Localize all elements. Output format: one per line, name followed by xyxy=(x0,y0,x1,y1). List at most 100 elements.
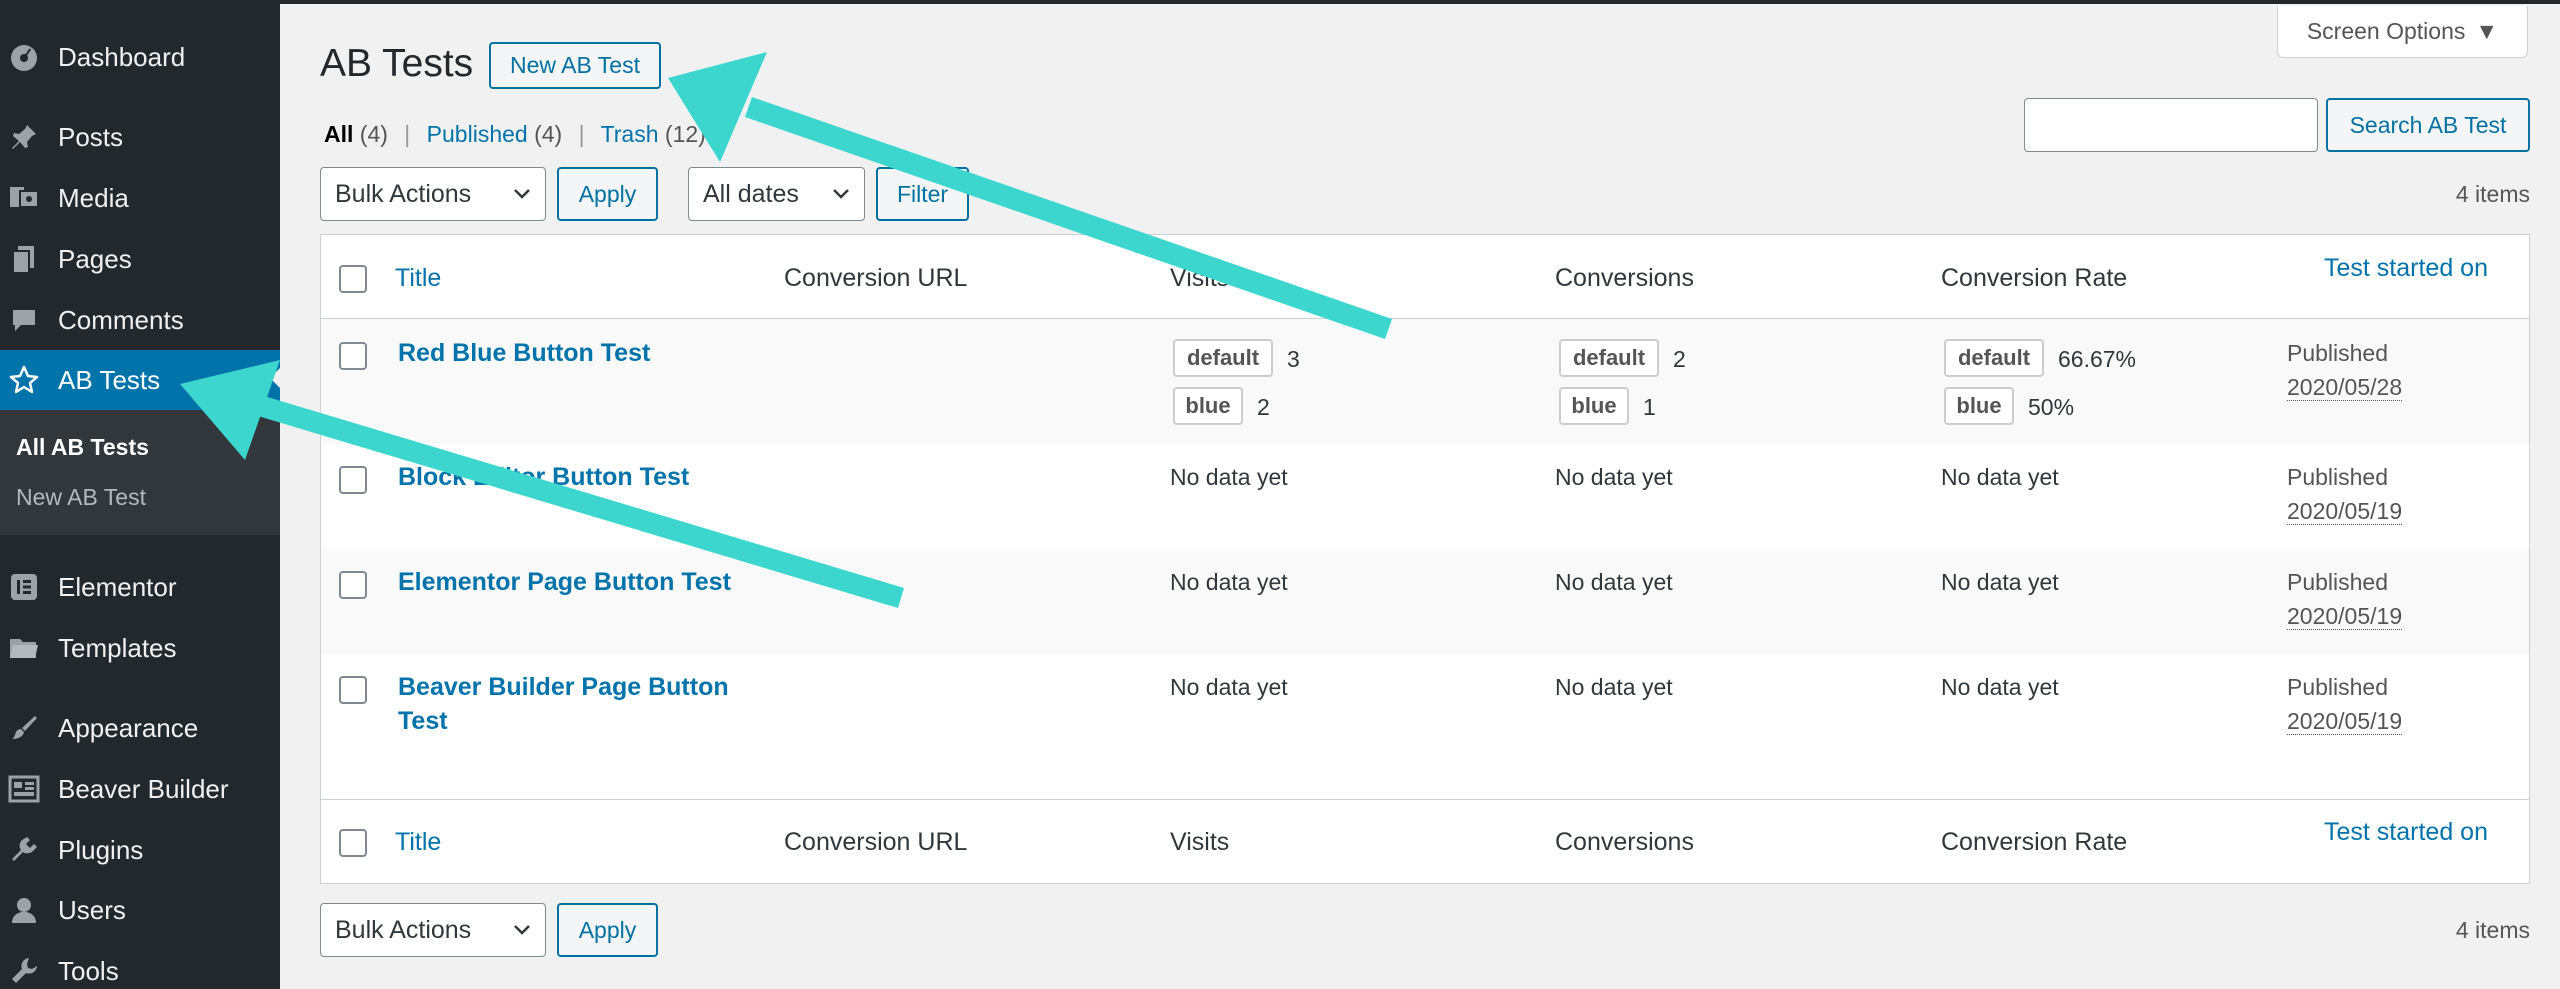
dashboard-icon xyxy=(6,39,42,75)
filter-all[interactable]: All xyxy=(324,121,353,147)
separator: | xyxy=(404,121,411,147)
column-conversion-url: Conversion URL xyxy=(784,264,968,292)
sidebar-item-label: Beaver Builder xyxy=(58,773,229,804)
published-date: 2020/05/19 xyxy=(2287,498,2403,525)
apply-button[interactable]: Apply xyxy=(557,167,658,221)
conversions-value: No data yet xyxy=(1555,674,1673,700)
filter-trash-count: (12) xyxy=(664,121,706,147)
layout-icon xyxy=(6,771,42,807)
published-date: 2020/05/19 xyxy=(2287,603,2403,630)
select-all-checkbox[interactable] xyxy=(339,265,367,293)
filter-trash[interactable]: Trash xyxy=(601,121,659,147)
sidebar-item-tools[interactable]: Tools xyxy=(0,941,280,989)
filter-published[interactable]: Published xyxy=(427,121,528,147)
table-row: Red Blue Button Test default 3 blue 2 de… xyxy=(321,319,2529,444)
sidebar-item-label: AB Tests xyxy=(58,364,161,395)
status-filter-links: All (4) | Published (4) | Trash (12) xyxy=(324,121,706,148)
column-conversions: Conversions xyxy=(1555,264,1694,292)
apply-button-bottom[interactable]: Apply xyxy=(557,903,658,957)
bulk-actions-select[interactable]: Bulk Actions xyxy=(320,167,546,221)
select-all-checkbox[interactable] xyxy=(339,829,367,857)
page-title: AB Tests xyxy=(320,42,474,85)
column-test-started-on[interactable]: Test started on xyxy=(2324,254,2488,283)
new-ab-test-button[interactable]: New AB Test xyxy=(489,42,661,89)
visits-value: No data yet xyxy=(1170,464,1288,490)
row-checkbox[interactable] xyxy=(339,466,367,494)
bulk-actions-value: Bulk Actions xyxy=(335,915,472,944)
active-pointer xyxy=(270,368,280,388)
screen-options-button[interactable]: Screen Options ▼ xyxy=(2277,6,2528,58)
status-text: Published xyxy=(2287,674,2389,700)
ab-tests-table: Title Conversion URL Visits Conversions … xyxy=(320,234,2530,884)
column-conversions: Conversions xyxy=(1555,828,1694,856)
search-ab-test-button[interactable]: Search AB Test xyxy=(2326,98,2530,152)
variant-tag: blue xyxy=(1944,387,2014,425)
row-title-link[interactable]: Elementor Page Button Test xyxy=(398,565,758,599)
dates-select[interactable]: All dates xyxy=(688,167,865,221)
sidebar-item-ab-tests[interactable]: AB Tests xyxy=(0,350,280,410)
row-title-line: Test xyxy=(398,707,448,735)
visits-value: 3 xyxy=(1287,346,1300,372)
sidebar-item-comments[interactable]: Comments xyxy=(0,290,280,350)
published-info: Published 2020/05/19 xyxy=(2287,565,2403,633)
sidebar-item-pages[interactable]: Pages xyxy=(0,229,280,289)
sidebar-item-posts[interactable]: Posts xyxy=(0,107,280,167)
status-text: Published xyxy=(2287,569,2389,595)
conversions-value: No data yet xyxy=(1555,569,1673,595)
row-checkbox[interactable] xyxy=(339,342,367,370)
sidebar-item-label: Media xyxy=(58,182,129,213)
sidebar-item-beaver-builder[interactable]: Beaver Builder xyxy=(0,759,280,819)
admin-sidebar: Dashboard Posts Media Pages Comments AB … xyxy=(0,0,280,989)
sidebar-item-plugins[interactable]: Plugins xyxy=(0,820,280,880)
comment-icon xyxy=(6,302,42,338)
conversions-value: 2 xyxy=(1673,346,1686,372)
column-title[interactable]: Title xyxy=(395,264,441,293)
sidebar-item-templates[interactable]: Templates xyxy=(0,618,280,678)
sidebar-item-label: Comments xyxy=(58,304,184,335)
bulk-actions-value: Bulk Actions xyxy=(335,179,472,208)
folder-icon xyxy=(6,630,42,666)
rate-value: 66.67% xyxy=(2058,346,2137,372)
filter-button[interactable]: Filter xyxy=(876,167,969,221)
sidebar-item-label: Plugins xyxy=(58,834,144,865)
table-row: Beaver Builder Page Button Test No data … xyxy=(321,654,2529,799)
media-icon xyxy=(6,180,42,216)
table-row: Elementor Page Button Test No data yet N… xyxy=(321,549,2529,654)
row-title-link[interactable]: Red Blue Button Test xyxy=(398,336,758,370)
published-info: Published 2020/05/28 xyxy=(2287,336,2403,404)
column-visits: Visits xyxy=(1170,828,1230,856)
sidebar-item-appearance[interactable]: Appearance xyxy=(0,698,280,758)
row-checkbox[interactable] xyxy=(339,571,367,599)
sidebar-item-label: Dashboard xyxy=(58,41,186,72)
screen-options-label: Screen Options xyxy=(2306,18,2466,44)
sidebar-item-label: Users xyxy=(58,894,126,925)
sidebar-item-users[interactable]: Users xyxy=(0,880,280,940)
table-header: Title Conversion URL Visits Conversions … xyxy=(321,235,2529,319)
search-input[interactable] xyxy=(2024,98,2318,152)
column-test-started-on[interactable]: Test started on xyxy=(2324,818,2488,847)
items-count-top: 4 items xyxy=(2455,181,2530,207)
column-conversion-url: Conversion URL xyxy=(784,828,968,856)
published-date: 2020/05/28 xyxy=(2287,374,2403,401)
row-title-link[interactable]: Block Editor Button Test xyxy=(398,460,758,494)
row-title-link[interactable]: Beaver Builder Page Button Test xyxy=(398,670,758,738)
submenu-new-ab-test[interactable]: New AB Test xyxy=(16,484,146,511)
column-title[interactable]: Title xyxy=(395,828,441,857)
sidebar-item-media[interactable]: Media xyxy=(0,168,280,228)
row-checkbox[interactable] xyxy=(339,676,367,704)
items-count-bottom: 4 items xyxy=(2455,917,2530,943)
rate-value: No data yet xyxy=(1941,464,2059,490)
pin-icon xyxy=(6,119,42,155)
bulk-actions-select-bottom[interactable]: Bulk Actions xyxy=(320,903,546,957)
sidebar-item-label: Appearance xyxy=(58,712,199,743)
table-footer: Title Conversion URL Visits Conversions … xyxy=(321,799,2529,883)
visits-value: 2 xyxy=(1257,394,1270,420)
variant-tag: default xyxy=(1559,339,1659,377)
rate-value: No data yet xyxy=(1941,569,2059,595)
sidebar-item-dashboard[interactable]: Dashboard xyxy=(0,27,280,87)
user-icon xyxy=(6,892,42,928)
column-visits: Visits xyxy=(1170,264,1230,292)
submenu-all-ab-tests[interactable]: All AB Tests xyxy=(16,434,149,461)
sidebar-item-label: Templates xyxy=(58,632,177,663)
sidebar-item-elementor[interactable]: Elementor xyxy=(0,557,280,617)
